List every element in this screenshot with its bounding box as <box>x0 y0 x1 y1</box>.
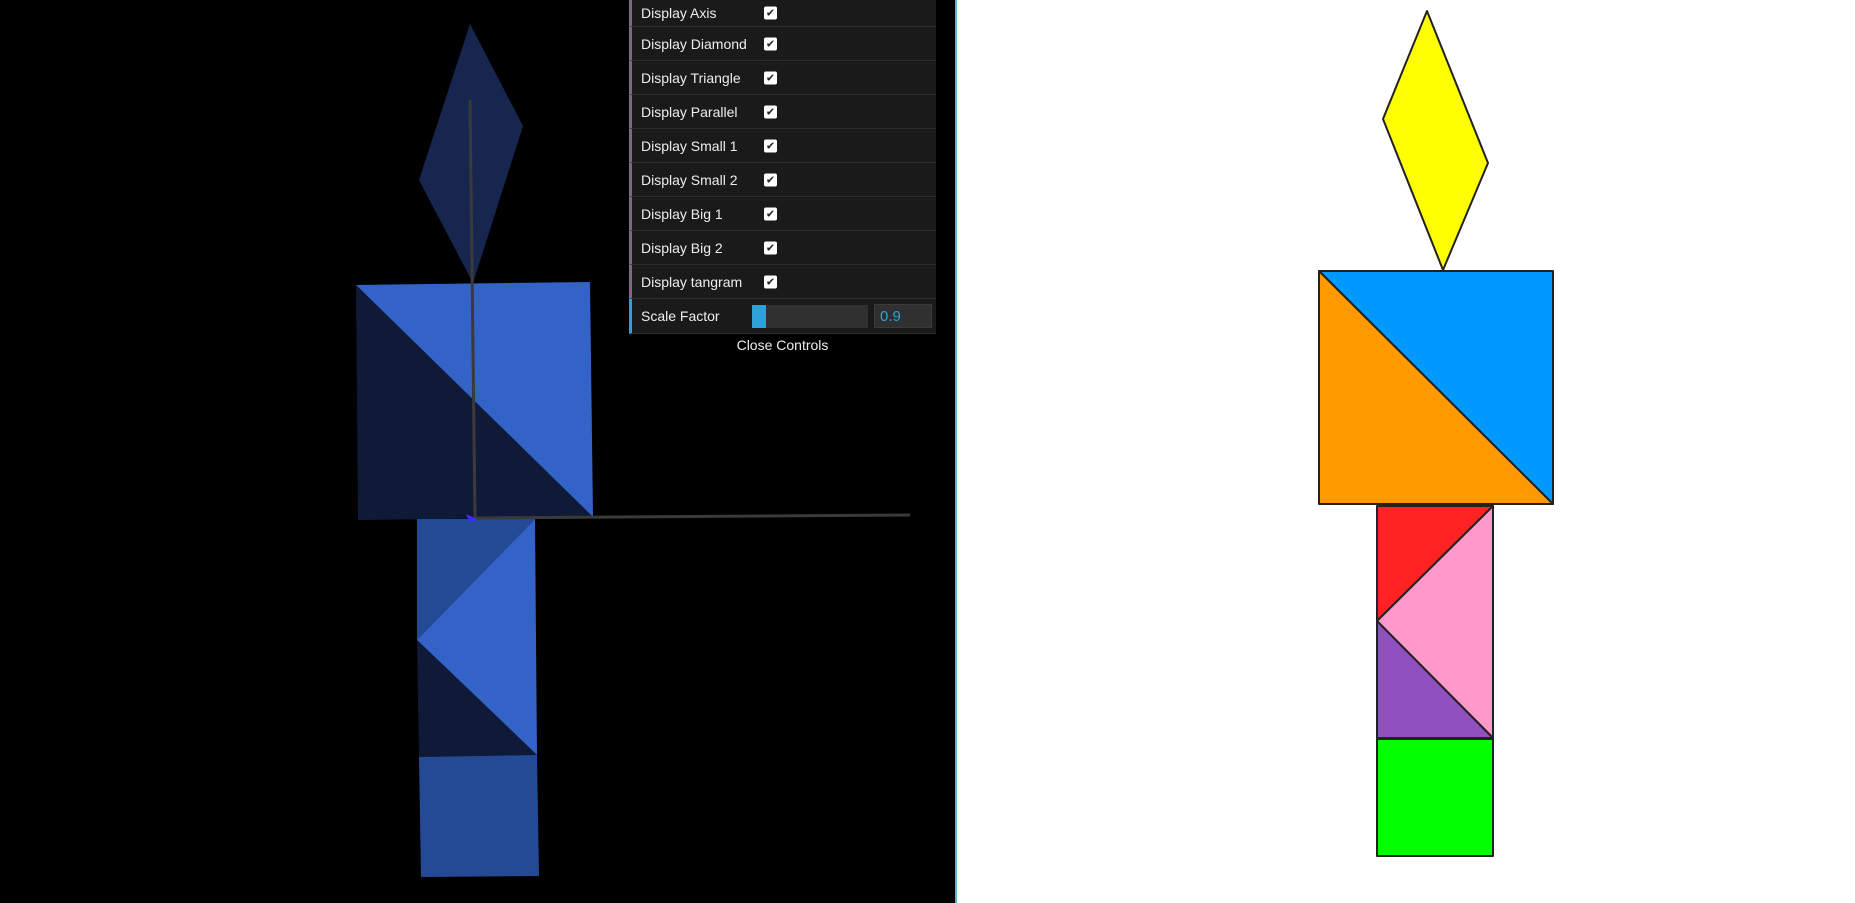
control-row-display-small-2: Display Small 2 ✔ <box>629 163 936 197</box>
display-triangle-checkbox[interactable]: ✔ <box>764 71 777 84</box>
tangram-2d-canvas <box>957 0 1855 903</box>
control-row-display-diamond: Display Diamond ✔ <box>629 27 936 61</box>
control-row-display-big-1: Display Big 1 ✔ <box>629 197 936 231</box>
display-parallel-checkbox[interactable]: ✔ <box>764 105 777 118</box>
display-big-2-checkbox[interactable]: ✔ <box>764 241 777 254</box>
control-label: Display Diamond <box>641 35 747 52</box>
tangram-square <box>1376 738 1494 857</box>
control-label: Display Small 1 <box>641 137 738 154</box>
control-row-display-tangram: Display tangram ✔ <box>629 265 936 299</box>
display-tangram-checkbox[interactable]: ✔ <box>764 275 777 288</box>
scale-factor-label: Scale Factor <box>641 308 720 324</box>
scale-factor-input[interactable]: 0.9 <box>874 304 932 328</box>
control-row-display-triangle: Display Triangle ✔ <box>629 61 936 95</box>
tangram-2d <box>1318 10 1554 857</box>
control-row-display-parallel: Display Parallel ✔ <box>629 95 936 129</box>
control-row-display-small-1: Display Small 1 ✔ <box>629 129 936 163</box>
display-small-2-checkbox[interactable]: ✔ <box>764 173 777 186</box>
tangram-diamond <box>1382 10 1489 271</box>
control-label: Display Parallel <box>641 103 738 120</box>
control-label: Display tangram <box>641 273 743 290</box>
control-row-display-big-2: Display Big 2 ✔ <box>629 231 936 265</box>
scale-factor-row: Scale Factor 0.9 <box>629 299 936 334</box>
control-label: Display Big 1 <box>641 205 723 222</box>
close-controls-button[interactable]: Close Controls <box>629 334 936 356</box>
display-axis-checkbox[interactable]: ✔ <box>764 6 777 20</box>
control-label: Display Axis <box>641 5 717 21</box>
control-label: Display Triangle <box>641 69 741 86</box>
webgl-3d-canvas[interactable]: Display Axis ✔ Display Diamond ✔ Display Tri… <box>0 0 955 903</box>
controls-panel: Display Axis ✔ Display Diamond ✔ Display Tri… <box>629 0 936 356</box>
scene-square <box>419 755 539 877</box>
display-big-1-checkbox[interactable]: ✔ <box>764 207 777 220</box>
control-label: Display Small 2 <box>641 171 738 188</box>
scale-factor-slider[interactable] <box>752 305 868 328</box>
control-label: Display Big 2 <box>641 239 723 256</box>
display-diamond-checkbox[interactable]: ✔ <box>764 37 777 50</box>
display-small-1-checkbox[interactable]: ✔ <box>764 139 777 152</box>
scale-factor-slider-fill <box>752 305 766 328</box>
control-row-display-axis: Display Axis ✔ <box>629 0 936 27</box>
